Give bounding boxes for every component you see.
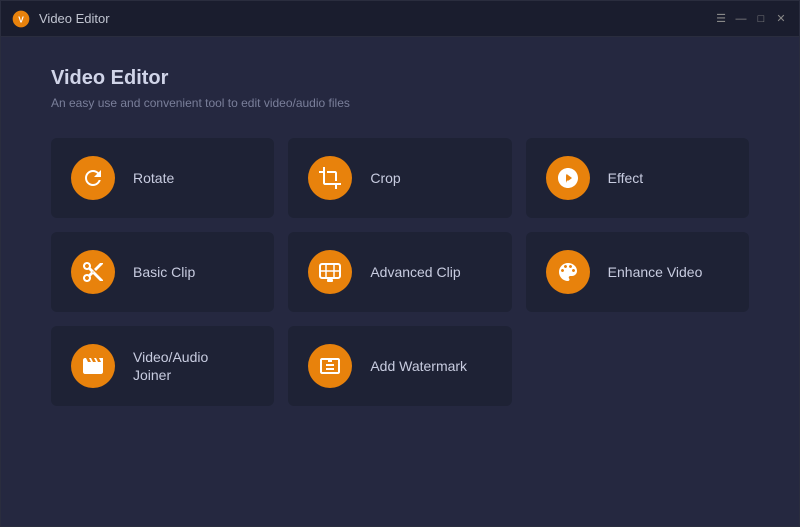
main-content: Video Editor An easy use and convenient … — [1, 37, 799, 526]
advanced-clip-icon-circle — [308, 250, 352, 294]
rotate-card[interactable]: Rotate — [51, 138, 274, 218]
film-icon — [81, 354, 105, 378]
palette-icon-circle — [546, 250, 590, 294]
effect-icon — [556, 166, 580, 190]
rotate-label: Rotate — [133, 169, 174, 187]
palette-icon — [556, 260, 580, 284]
basic-clip-card[interactable]: Basic Clip — [51, 232, 274, 312]
add-watermark-label: Add Watermark — [370, 357, 467, 375]
window-controls: ☰ — □ ✕ — [713, 11, 789, 27]
advanced-clip-label: Advanced Clip — [370, 263, 460, 281]
basic-clip-label: Basic Clip — [133, 263, 195, 281]
crop-card[interactable]: Crop — [288, 138, 511, 218]
rotate-icon — [81, 166, 105, 190]
title-bar-title: Video Editor — [39, 11, 713, 26]
add-watermark-card[interactable]: Add Watermark — [288, 326, 511, 406]
scissors-icon — [81, 260, 105, 284]
advanced-clip-icon — [318, 260, 342, 284]
close-button[interactable]: ✕ — [773, 11, 789, 27]
video-audio-joiner-label: Video/Audio Joiner — [133, 348, 208, 384]
scissors-icon-circle — [71, 250, 115, 294]
tools-grid: Rotate Crop — [51, 138, 749, 406]
watermark-icon-circle — [308, 344, 352, 388]
main-window: V Video Editor ☰ — □ ✕ Video Editor An e… — [0, 0, 800, 527]
effect-label: Effect — [608, 169, 644, 187]
page-title: Video Editor — [51, 67, 749, 90]
video-audio-joiner-card[interactable]: Video/Audio Joiner — [51, 326, 274, 406]
effect-card[interactable]: Effect — [526, 138, 749, 218]
app-logo: V — [11, 9, 31, 29]
menu-button[interactable]: ☰ — [713, 11, 729, 27]
page-subtitle: An easy use and convenient tool to edit … — [51, 96, 749, 110]
title-bar: V Video Editor ☰ — □ ✕ — [1, 1, 799, 37]
watermark-icon — [318, 354, 342, 378]
maximize-button[interactable]: □ — [753, 11, 769, 27]
enhance-video-card[interactable]: Enhance Video — [526, 232, 749, 312]
svg-text:V: V — [18, 14, 24, 24]
crop-label: Crop — [370, 169, 400, 187]
enhance-video-label: Enhance Video — [608, 263, 703, 281]
effect-icon-circle — [546, 156, 590, 200]
crop-icon — [318, 166, 342, 190]
minimize-button[interactable]: — — [733, 11, 749, 27]
film-icon-circle — [71, 344, 115, 388]
rotate-icon-circle — [71, 156, 115, 200]
empty-slot — [526, 326, 749, 406]
crop-icon-circle — [308, 156, 352, 200]
advanced-clip-card[interactable]: Advanced Clip — [288, 232, 511, 312]
